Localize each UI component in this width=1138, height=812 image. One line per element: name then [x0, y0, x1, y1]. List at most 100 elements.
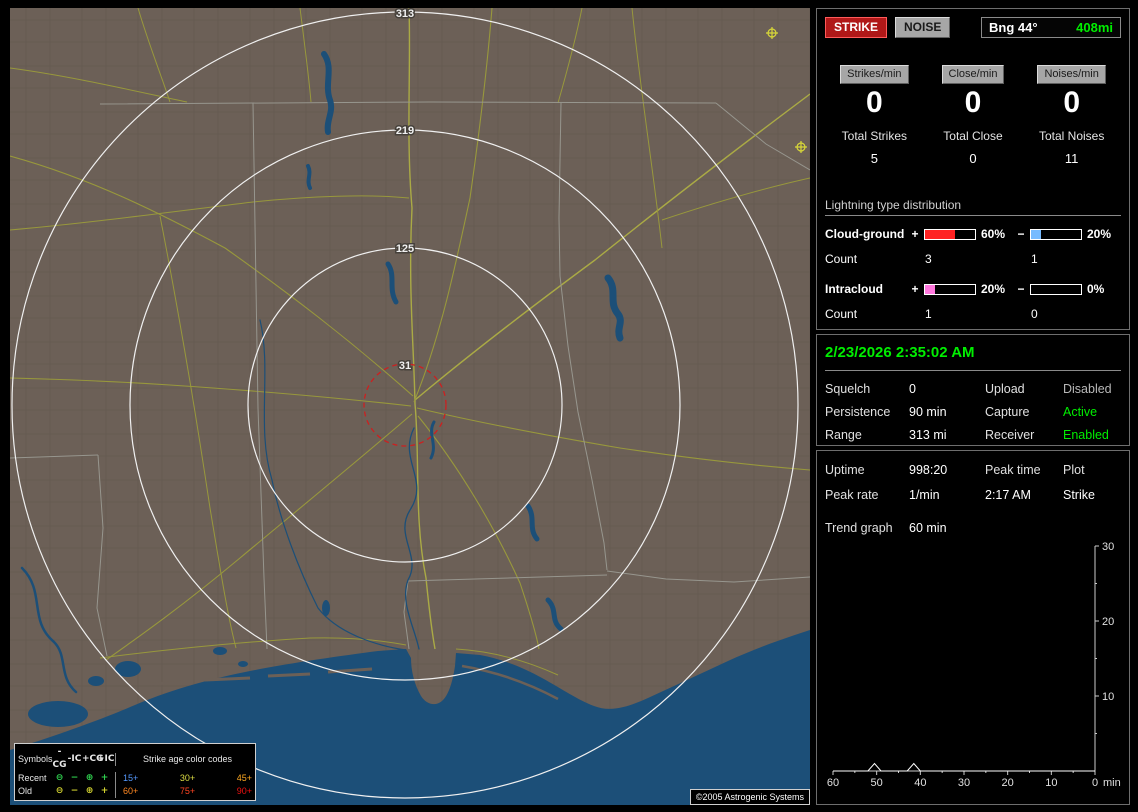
- legend-recent-row: Recent ⊖ − ⊕ + 15+ 30+ 45+: [18, 772, 252, 785]
- bar-fill: [1031, 229, 1041, 239]
- strikes-per-min-column: Strikes/min 0: [825, 64, 924, 119]
- lightning-map[interactable]: 313 219 125 31 Symbols -CG -IC +CG +IC S…: [10, 8, 810, 805]
- total-noises: Total Noises 11: [1022, 129, 1121, 166]
- bearing-label: Bng 44°: [989, 20, 1038, 35]
- receiver-label: Receiver: [985, 428, 1035, 442]
- neg-cg-recent-icon: ⊖: [55, 773, 64, 783]
- legend-recent-label: Recent: [18, 773, 47, 783]
- svg-text:60: 60: [827, 777, 839, 789]
- range-ring-label-31: 31: [399, 360, 411, 372]
- intracloud-label: Intracloud: [825, 282, 884, 296]
- total-close-value: 0: [969, 151, 977, 166]
- noise-indicator-button[interactable]: NOISE: [895, 17, 951, 38]
- plot-label: Plot: [1063, 463, 1085, 477]
- persistence-label: Persistence: [825, 405, 891, 419]
- noises-per-min-column: Noises/min 0: [1022, 64, 1121, 119]
- range-ring-label-219: 219: [396, 125, 414, 137]
- cloud-ground-label: Cloud-ground: [825, 227, 905, 241]
- negative-bar: [1030, 283, 1082, 295]
- legend-col-neg-ic: -IC: [67, 753, 82, 764]
- cloud-ground-row: Cloud-ground + 60% − 20%: [825, 227, 1121, 241]
- noises-per-min-button[interactable]: Noises/min: [1037, 65, 1106, 84]
- legend-col-pos-cg: +CG: [82, 753, 104, 764]
- intracloud-row: Intracloud + 20% − 0%: [825, 282, 1121, 296]
- age-code: 60+: [123, 786, 139, 796]
- svg-text:0: 0: [1092, 777, 1098, 789]
- uptime-value: 998:20: [909, 463, 948, 477]
- total-noises-label: Total Noises: [1038, 129, 1105, 143]
- age-code: 15+: [123, 773, 139, 783]
- divider: [825, 370, 1121, 371]
- cloud-ground-count-row: Count 3 1: [825, 252, 1121, 266]
- pos-cg-old-icon: ⊕: [85, 786, 94, 796]
- legend-old-row: Old ⊖ − ⊕ + 60+ 75+ 90+: [18, 785, 252, 798]
- positive-count: 1: [925, 307, 932, 321]
- copyright-notice: ©2005 Astrogenic Systems: [689, 789, 810, 805]
- svg-text:30: 30: [1102, 541, 1114, 553]
- upload-status: Disabled: [1063, 382, 1112, 396]
- capture-label: Capture: [985, 405, 1030, 419]
- close-per-min-column: Close/min 0: [924, 64, 1023, 119]
- negative-bar: [1030, 228, 1082, 240]
- bearing-range-value: 408mi: [1076, 20, 1113, 35]
- pos-ic-old-icon: +: [100, 786, 109, 796]
- noises-per-min-value: 0: [1063, 86, 1080, 119]
- svg-text:10: 10: [1102, 691, 1114, 703]
- svg-text:20: 20: [1002, 777, 1014, 789]
- total-close-label: Total Close: [943, 129, 1003, 143]
- age-code: 45+: [236, 773, 252, 783]
- range-value: 313 mi: [909, 428, 947, 442]
- distribution-title: Lightning type distribution: [825, 198, 962, 212]
- squelch-label: Squelch: [825, 382, 871, 396]
- negative-sign: −: [1017, 282, 1025, 296]
- svg-text:50: 50: [871, 777, 883, 789]
- age-code: 30+: [179, 773, 196, 783]
- trend-window-value: 60 min: [909, 521, 947, 535]
- persistence-value: 90 min: [909, 405, 947, 419]
- svg-text:40: 40: [914, 777, 926, 789]
- svg-text:20: 20: [1102, 616, 1114, 628]
- age-code: 90+: [236, 786, 252, 796]
- close-per-min-value: 0: [964, 86, 982, 119]
- range-ring-label-313: 313: [396, 8, 414, 20]
- peak-rate-value: 1/min: [909, 488, 940, 502]
- negative-count: 1: [1031, 252, 1038, 266]
- positive-bar: [924, 228, 976, 240]
- divider: [825, 215, 1121, 216]
- strikes-per-min-button[interactable]: Strikes/min: [840, 65, 909, 84]
- positive-sign: +: [911, 227, 919, 241]
- legend-old-label: Old: [18, 786, 33, 796]
- total-strikes-value: 5: [870, 151, 878, 166]
- neg-ic-old-icon: −: [70, 786, 79, 796]
- intracloud-count-row: Count 1 0: [825, 307, 1121, 321]
- legend-col-pos-ic: +IC: [97, 753, 115, 764]
- total-strikes: Total Strikes 5: [825, 129, 924, 166]
- strikes-per-min-value: 0: [865, 86, 883, 119]
- capture-status: Active: [1063, 405, 1098, 419]
- positive-percent: 20%: [981, 282, 1006, 296]
- negative-percent: 0%: [1087, 282, 1105, 296]
- pos-cg-recent-icon: ⊕: [85, 773, 94, 783]
- svg-text:30: 30: [958, 777, 970, 789]
- rate-counters: Strikes/min 0 Close/min 0 Noises/min 0: [825, 64, 1121, 119]
- positive-percent: 60%: [981, 227, 1006, 241]
- legend-symbols-header: Symbols: [18, 753, 53, 764]
- total-close: Total Close 0: [924, 129, 1023, 166]
- close-per-min-button[interactable]: Close/min: [941, 65, 1005, 84]
- age-code: 75+: [179, 786, 196, 796]
- nexstorm-app: { "map": { "copyright": "©2005 Astrogeni…: [0, 0, 1138, 812]
- range-ring-label-125: 125: [396, 243, 414, 255]
- peak-time-label: Peak time: [985, 463, 1041, 477]
- trend-graph-label: Trend graph: [825, 521, 893, 535]
- count-label: Count: [825, 307, 858, 321]
- svg-text:min: min: [1103, 777, 1121, 789]
- upload-label: Upload: [985, 382, 1025, 396]
- negative-percent: 20%: [1087, 227, 1112, 241]
- map-legend: Symbols -CG -IC +CG +IC Strike age color…: [14, 743, 256, 801]
- negative-count: 0: [1031, 307, 1038, 321]
- peak-time-value: 2:17 AM: [985, 488, 1031, 502]
- totals-row: Total Strikes 5 Total Close 0 Total Nois…: [825, 129, 1121, 166]
- strike-indicator-button[interactable]: STRIKE: [825, 17, 888, 38]
- receiver-status: Enabled: [1063, 428, 1109, 442]
- plot-value: Strike: [1063, 488, 1095, 502]
